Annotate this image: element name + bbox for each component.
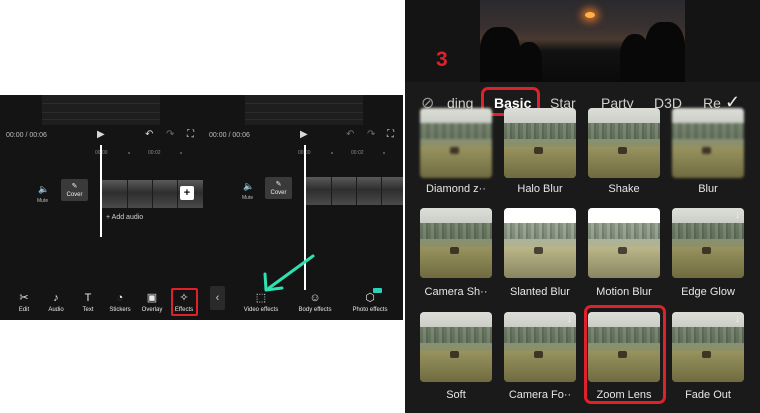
edit-icon: ✎: [275, 181, 282, 188]
effect-thumbnail-soft[interactable]: [420, 312, 492, 382]
mute-label: Mute: [37, 198, 49, 204]
cover-button[interactable]: ✎ Cover: [61, 179, 88, 201]
effects-highlight: [171, 288, 198, 316]
cover-button[interactable]: ✎ Cover: [265, 177, 292, 199]
video-preview: [42, 95, 160, 125]
effect-label: Motion Blur: [596, 286, 652, 298]
cover-label: Cover: [66, 192, 83, 198]
playhead[interactable]: [100, 145, 102, 237]
text-icon: T: [84, 292, 92, 304]
pointer-arrow: [263, 254, 315, 292]
effect-label: Blur: [698, 183, 718, 195]
effect-label: Slanted Blur: [510, 286, 570, 298]
tool-stickers[interactable]: ◔ Stickers: [104, 292, 136, 313]
effect-label: Camera Fo··: [508, 389, 572, 401]
redo-icon[interactable]: ↷: [166, 129, 174, 141]
new-badge: [373, 288, 382, 293]
effect-label: Fade Out: [685, 389, 731, 401]
scissors-icon: ✂: [19, 292, 29, 304]
redo-icon[interactable]: ↷: [367, 129, 375, 141]
effect-thumbnail-camera-shake[interactable]: [420, 208, 492, 278]
timecode: 00:00 / 00:06: [6, 132, 47, 139]
edit-icon: ✎: [71, 183, 78, 190]
effect-thumbnail-slanted-blur[interactable]: [504, 208, 576, 278]
download-icon: ↓: [567, 314, 572, 325]
sticker-icon: ◔: [116, 292, 124, 304]
effects-picker-panel: 3 ⊘ ding Basic Star Party D3D Re ✓ Diamo…: [405, 0, 760, 413]
back-chevron-icon[interactable]: ‹: [210, 286, 225, 310]
video-preview: [480, 0, 685, 82]
effect-thumbnail-motion-blur[interactable]: ↓: [588, 208, 660, 278]
mute-icon[interactable]: 🔈: [243, 181, 254, 192]
tool-body-effects[interactable]: ☺ Body effects: [294, 292, 336, 313]
music-note-icon: ♪: [53, 292, 59, 304]
step-number-3: 3: [436, 48, 448, 71]
undo-icon[interactable]: ↶: [145, 129, 153, 141]
selected-effect-highlight: [584, 305, 666, 404]
cover-label: Cover: [270, 190, 287, 196]
effect-label: Diamond z··: [426, 183, 486, 195]
tool-audio[interactable]: ♪ Audio: [40, 292, 72, 313]
video-clip[interactable]: [306, 177, 403, 205]
download-icon: ↓: [735, 210, 740, 221]
download-icon: ↓: [735, 314, 740, 325]
add-audio-button[interactable]: + Add audio: [106, 214, 143, 221]
mute-label: Mute: [242, 195, 254, 201]
effect-label: Soft: [446, 389, 466, 401]
effect-label: Camera Sh··: [424, 286, 488, 298]
tool-video-effects[interactable]: ⬚ Video effects: [240, 292, 282, 313]
effect-label: Edge Glow: [681, 286, 735, 298]
photo-effects-icon: ⬡: [365, 292, 375, 304]
tool-photo-effects[interactable]: ⬡ Photo effects: [348, 292, 392, 313]
tool-overlay[interactable]: ▣ Overlay: [136, 292, 168, 313]
fullscreen-icon[interactable]: ⛶: [387, 129, 394, 141]
ruler-mark: 00:02: [148, 150, 161, 156]
undo-icon[interactable]: ↶: [346, 129, 354, 141]
tool-text[interactable]: T Text: [72, 292, 104, 313]
effect-thumbnail-fade-out[interactable]: ↓: [672, 312, 744, 382]
download-icon: ↓: [651, 210, 656, 221]
ruler-mark: 00:02: [351, 150, 364, 156]
tool-edit[interactable]: ✂ Edit: [8, 292, 40, 313]
effect-label: Shake: [608, 183, 640, 195]
fullscreen-icon[interactable]: ⛶: [187, 129, 194, 141]
video-preview: [245, 95, 363, 125]
effect-thumbnail-edge-glow[interactable]: ↓: [672, 208, 744, 278]
play-icon[interactable]: ▶: [97, 129, 105, 141]
effect-thumbnail-camera-focus[interactable]: ↓: [504, 312, 576, 382]
mute-icon[interactable]: 🔈: [38, 184, 49, 195]
overlay-icon: ▣: [146, 292, 158, 304]
effect-label: Halo Blur: [517, 183, 563, 195]
editor-panel-1: 00:00 / 00:06 ▶ ↶ ↷ ⛶ 00:00 00:02 🔈 Mute…: [0, 95, 203, 320]
play-icon[interactable]: ▶: [300, 129, 308, 141]
add-clip-button[interactable]: +: [180, 186, 194, 200]
timecode: 00:00 / 00:06: [209, 132, 250, 139]
